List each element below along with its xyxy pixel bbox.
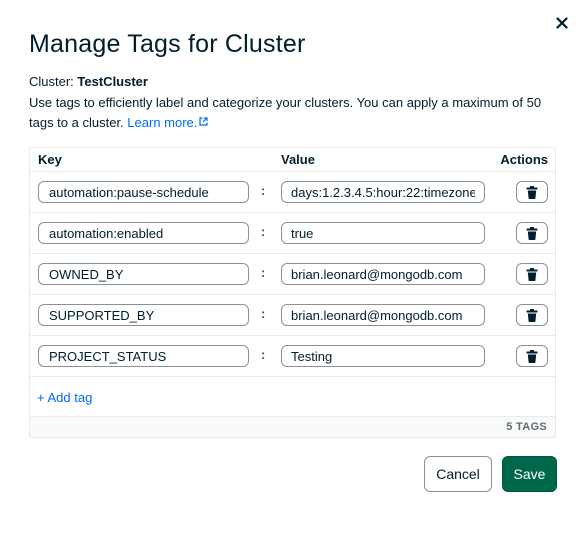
close-button[interactable]: [553, 14, 571, 32]
delete-tag-button[interactable]: [516, 263, 548, 285]
cluster-info: Cluster: TestCluster: [29, 74, 148, 89]
header-actions: Actions: [500, 152, 548, 167]
tag-value-input[interactable]: [281, 181, 485, 203]
table-header: Key Value Actions: [30, 148, 555, 172]
close-icon: [556, 17, 568, 29]
trash-icon: [526, 349, 538, 363]
key-value-separator: :: [261, 347, 266, 362]
tag-key-input[interactable]: [38, 345, 249, 367]
tag-value-input[interactable]: [281, 304, 485, 326]
key-value-separator: :: [261, 265, 266, 280]
key-value-separator: :: [261, 306, 266, 321]
add-tag-link[interactable]: + Add tag: [37, 390, 92, 405]
key-value-separator: :: [261, 183, 266, 198]
delete-tag-button[interactable]: [516, 304, 548, 326]
cluster-name: TestCluster: [77, 74, 148, 89]
learn-more-link[interactable]: Learn more.: [127, 115, 208, 130]
delete-tag-button[interactable]: [516, 181, 548, 203]
tag-row: :: [30, 254, 555, 295]
trash-icon: [526, 185, 538, 199]
trash-icon: [526, 226, 538, 240]
tag-key-input[interactable]: [38, 222, 249, 244]
tag-row: :: [30, 336, 555, 377]
learn-more-label: Learn more.: [127, 115, 198, 130]
tag-key-input[interactable]: [38, 181, 249, 203]
tag-key-input[interactable]: [38, 304, 249, 326]
tags-table: Key Value Actions : : : :: [29, 147, 556, 438]
key-value-separator: :: [261, 224, 266, 239]
delete-tag-button[interactable]: [516, 345, 548, 367]
table-footer: 5 TAGS: [30, 416, 555, 437]
dialog-title: Manage Tags for Cluster: [29, 30, 306, 58]
tag-row: :: [30, 172, 555, 213]
dialog-description: Use tags to efficiently label and catego…: [29, 93, 561, 133]
header-value: Value: [281, 152, 315, 167]
external-link-icon: [199, 117, 208, 126]
header-key: Key: [38, 152, 62, 167]
tag-value-input[interactable]: [281, 263, 485, 285]
tag-value-input[interactable]: [281, 222, 485, 244]
save-button[interactable]: Save: [502, 456, 557, 492]
trash-icon: [526, 267, 538, 281]
trash-icon: [526, 308, 538, 322]
tag-value-input[interactable]: [281, 345, 485, 367]
tag-key-input[interactable]: [38, 263, 249, 285]
delete-tag-button[interactable]: [516, 222, 548, 244]
description-text: Use tags to efficiently label and catego…: [29, 95, 542, 130]
cancel-button[interactable]: Cancel: [424, 456, 492, 492]
tag-row: :: [30, 295, 555, 336]
cluster-label: Cluster:: [29, 74, 74, 89]
tag-row: :: [30, 213, 555, 254]
tag-count: 5 TAGS: [506, 421, 547, 433]
